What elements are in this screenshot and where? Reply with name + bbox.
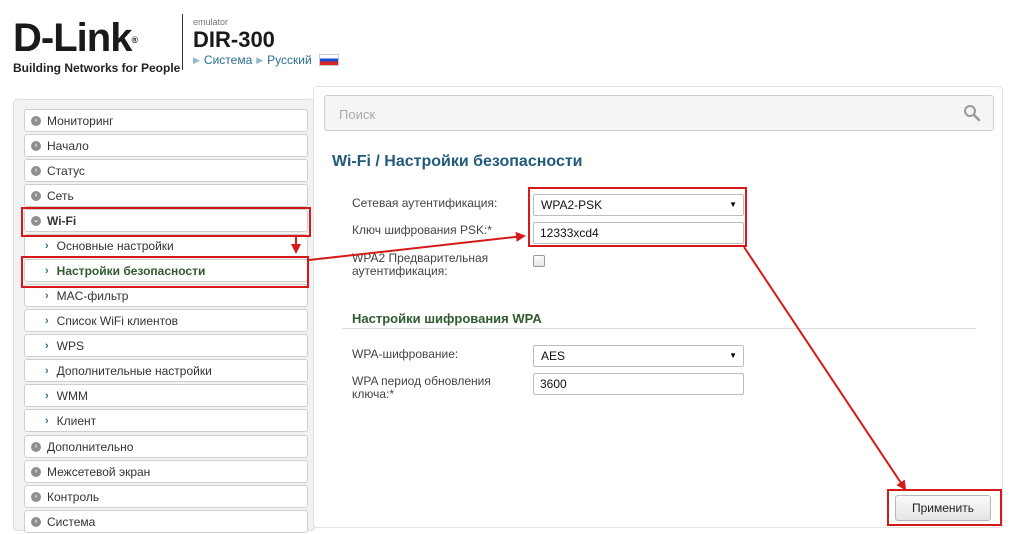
sidebar-item-network[interactable]: › Сеть	[24, 184, 308, 207]
expand-dot-icon: ›	[31, 140, 41, 151]
sidebar-item-client[interactable]: › Клиент	[24, 409, 308, 432]
chevron-right-icon: ›	[45, 239, 49, 252]
rekey-input[interactable]: 3600	[533, 373, 744, 395]
section-divider	[342, 328, 976, 329]
search-input[interactable]: Поиск	[324, 95, 994, 131]
expand-dot-icon: ›	[31, 516, 41, 527]
dlink-logo: D-Link® Building Networks for People	[13, 16, 181, 75]
expand-dot-icon: ›	[31, 466, 41, 477]
breadcrumb: ▶ Система ▶ Русский	[193, 53, 339, 67]
sidebar-item-system[interactable]: › Система	[24, 510, 308, 533]
chevron-right-icon: ›	[45, 389, 49, 402]
logo-tagline: Building Networks for People	[13, 61, 181, 75]
annotation-box-security	[21, 256, 309, 288]
header-divider	[182, 14, 183, 70]
chevron-right-icon: ›	[45, 364, 49, 377]
page-title: Wi-Fi / Настройки безопасности	[332, 153, 583, 170]
wpa-enc-select[interactable]: AES ▼	[533, 345, 744, 367]
sidebar-item-control[interactable]: › Контроль	[24, 485, 308, 508]
expand-dot-icon: ›	[31, 190, 41, 201]
preauth-label: WPA2 Предварительная аутентификация:	[352, 251, 489, 278]
emulator-label: emulator	[193, 17, 229, 27]
preauth-checkbox[interactable]	[533, 255, 545, 267]
chevron-right-icon: ›	[45, 414, 49, 427]
chevron-right-icon: ›	[45, 289, 49, 302]
breadcrumb-arrow-icon: ▶	[193, 54, 200, 65]
breadcrumb-language[interactable]: Русский	[267, 53, 312, 67]
annotation-box-apply	[887, 489, 1002, 526]
annotation-box-wifi	[21, 207, 311, 237]
expand-dot-icon: ›	[31, 441, 41, 452]
sidebar-item-wmm[interactable]: › WMM	[24, 384, 308, 407]
wpa-section-title: Настройки шифрования WPA	[352, 311, 542, 326]
psk-label: Ключ шифрования PSK:*	[352, 223, 492, 237]
chevron-right-icon: ›	[45, 339, 49, 352]
expand-dot-icon: ›	[31, 165, 41, 176]
sidebar-item-wps[interactable]: › WPS	[24, 334, 308, 357]
auth-label: Сетевая аутентификация:	[352, 196, 498, 210]
expand-dot-icon: ›	[31, 115, 41, 126]
sidebar-item-advanced[interactable]: › Дополнительно	[24, 435, 308, 458]
annotation-box-auth-psk	[528, 187, 747, 247]
sidebar-item-advanced-settings[interactable]: › Дополнительные настройки	[24, 359, 308, 382]
search-icon[interactable]	[963, 104, 981, 122]
sidebar-item-basic-settings[interactable]: › Основные настройки	[24, 234, 308, 257]
device-model: DIR-300	[193, 27, 275, 52]
sidebar-item-firewall[interactable]: › Межсетевой экран	[24, 460, 308, 483]
breadcrumb-system[interactable]: Система	[204, 53, 252, 67]
breadcrumb-arrow-icon: ▶	[256, 54, 264, 65]
expand-dot-icon: ›	[31, 491, 41, 502]
russian-flag-icon[interactable]	[318, 54, 339, 66]
sidebar-item-monitoring[interactable]: › Мониторинг	[24, 109, 308, 132]
sidebar-item-status[interactable]: › Статус	[24, 159, 308, 182]
sidebar-item-wifi-clients[interactable]: › Список WiFi клиентов	[24, 309, 308, 332]
dropdown-caret-icon: ▼	[729, 351, 737, 360]
sidebar: › Мониторинг › Начало › Статус › Сеть ⌄ Wi-Fi…	[13, 99, 315, 533]
chevron-right-icon: ›	[45, 314, 49, 327]
sidebar-item-start[interactable]: › Начало	[24, 134, 308, 157]
wpa-enc-label: WPA-шифрование:	[352, 347, 459, 361]
rekey-label: WPA период обновления ключа:*	[352, 374, 491, 401]
main-panel: Поиск Wi-Fi / Настройки безопасности Сет…	[313, 86, 1003, 528]
search-placeholder: Поиск	[339, 107, 376, 122]
